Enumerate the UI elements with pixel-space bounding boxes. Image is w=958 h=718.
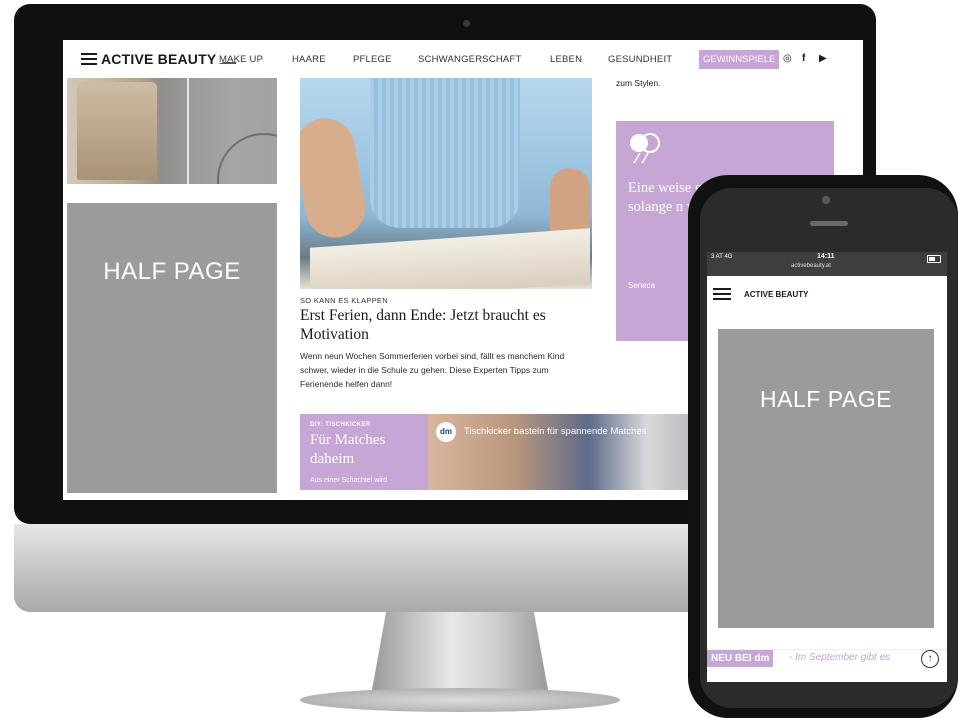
mobile-status-bar: 3 AT 4G 14:11 activebeauty.at: [707, 252, 947, 276]
ticker-badge: NEU BEI dm: [707, 650, 774, 667]
phone-speaker: [810, 221, 848, 226]
mobile-screen: 3 AT 4G 14:11 activebeauty.at ACTIVE BEA…: [707, 252, 947, 682]
battery-icon: [927, 255, 941, 263]
promo-banner[interactable]: DIY: TISCHKICKER Für Matches daheim Aus …: [300, 414, 720, 490]
camera-icon: [463, 20, 470, 27]
nav-cta-gewinnspiele[interactable]: GEWINNSPIELE: [699, 50, 780, 69]
instagram-icon[interactable]: ◎: [783, 53, 792, 64]
ticker-text: - Im September gibt es: [789, 652, 891, 663]
youtube-icon[interactable]: ▶: [819, 53, 827, 64]
article-teaser: Wenn neun Wochen Sommerferien vorbei sin…: [300, 351, 565, 389]
arrow-up-icon[interactable]: ↑: [921, 650, 939, 668]
nav-item-pflege[interactable]: PFLEGE: [353, 54, 392, 65]
mobile-ad-half-page[interactable]: HALF PAGE: [718, 329, 934, 628]
site-logo[interactable]: ACTIVE BEAUTY: [101, 51, 237, 67]
video-player[interactable]: dm Tischkicker basteln für spannende Mat…: [428, 414, 720, 490]
quote-author: Seneca: [628, 281, 656, 290]
banner-subtitle: Aus einer Schachtel wird: [310, 477, 388, 484]
video-title: Tischkicker basteln für spannende Matche…: [464, 426, 647, 437]
address-bar-url[interactable]: activebeauty.at: [791, 263, 831, 269]
article-image-boy-reading[interactable]: [300, 78, 592, 289]
article-image-clothes[interactable]: [67, 78, 277, 184]
menu-icon[interactable]: [81, 53, 97, 65]
side-article-text: zum Stylen.: [616, 78, 661, 88]
nav-item-haare[interactable]: HAARE: [292, 54, 326, 65]
mobile-site-logo[interactable]: ACTIVE BEAUTY: [744, 290, 808, 299]
mobile-menu-icon[interactable]: [713, 288, 731, 300]
banner-kicker: DIY: TISCHKICKER: [310, 422, 371, 428]
dm-logo: dm: [436, 422, 456, 442]
quote-icon: [630, 133, 660, 164]
banner-title: Für Matches daheim: [310, 432, 386, 467]
status-time: 14:11: [817, 253, 835, 260]
imac-stand: [372, 612, 548, 690]
top-navigation: ACTIVE BEAUTY MAKE UP HAARE PFLEGE SCHWA…: [63, 40, 863, 80]
news-ticker[interactable]: NEU BEI dm - Im September gibt es: [707, 649, 947, 667]
carrier-label: 3 AT 4G: [711, 254, 733, 260]
nav-item-schwangerschaft[interactable]: SCHWANGERSCHAFT: [418, 54, 521, 65]
ad-slot-label: HALF PAGE: [103, 258, 241, 285]
nav-item-make-up[interactable]: MAKE UP: [219, 54, 263, 65]
article-kicker: SO KANN ES KLAPPEN: [300, 296, 388, 305]
phone-camera-icon: [822, 196, 830, 204]
imac-stand-foot: [300, 688, 620, 712]
nav-item-gesundheit[interactable]: GESUNDHEIT: [608, 54, 672, 65]
nav-item-leben[interactable]: LEBEN: [550, 54, 582, 65]
site-logo-text: ACTIVE BEAUTY: [101, 51, 217, 67]
facebook-icon[interactable]: f: [802, 53, 805, 64]
ad-half-page[interactable]: HALF PAGE: [67, 203, 277, 493]
article-headline[interactable]: Erst Ferien, dann Ende: Jetzt braucht es…: [300, 306, 590, 344]
mobile-ad-slot-label: HALF PAGE: [760, 386, 892, 412]
